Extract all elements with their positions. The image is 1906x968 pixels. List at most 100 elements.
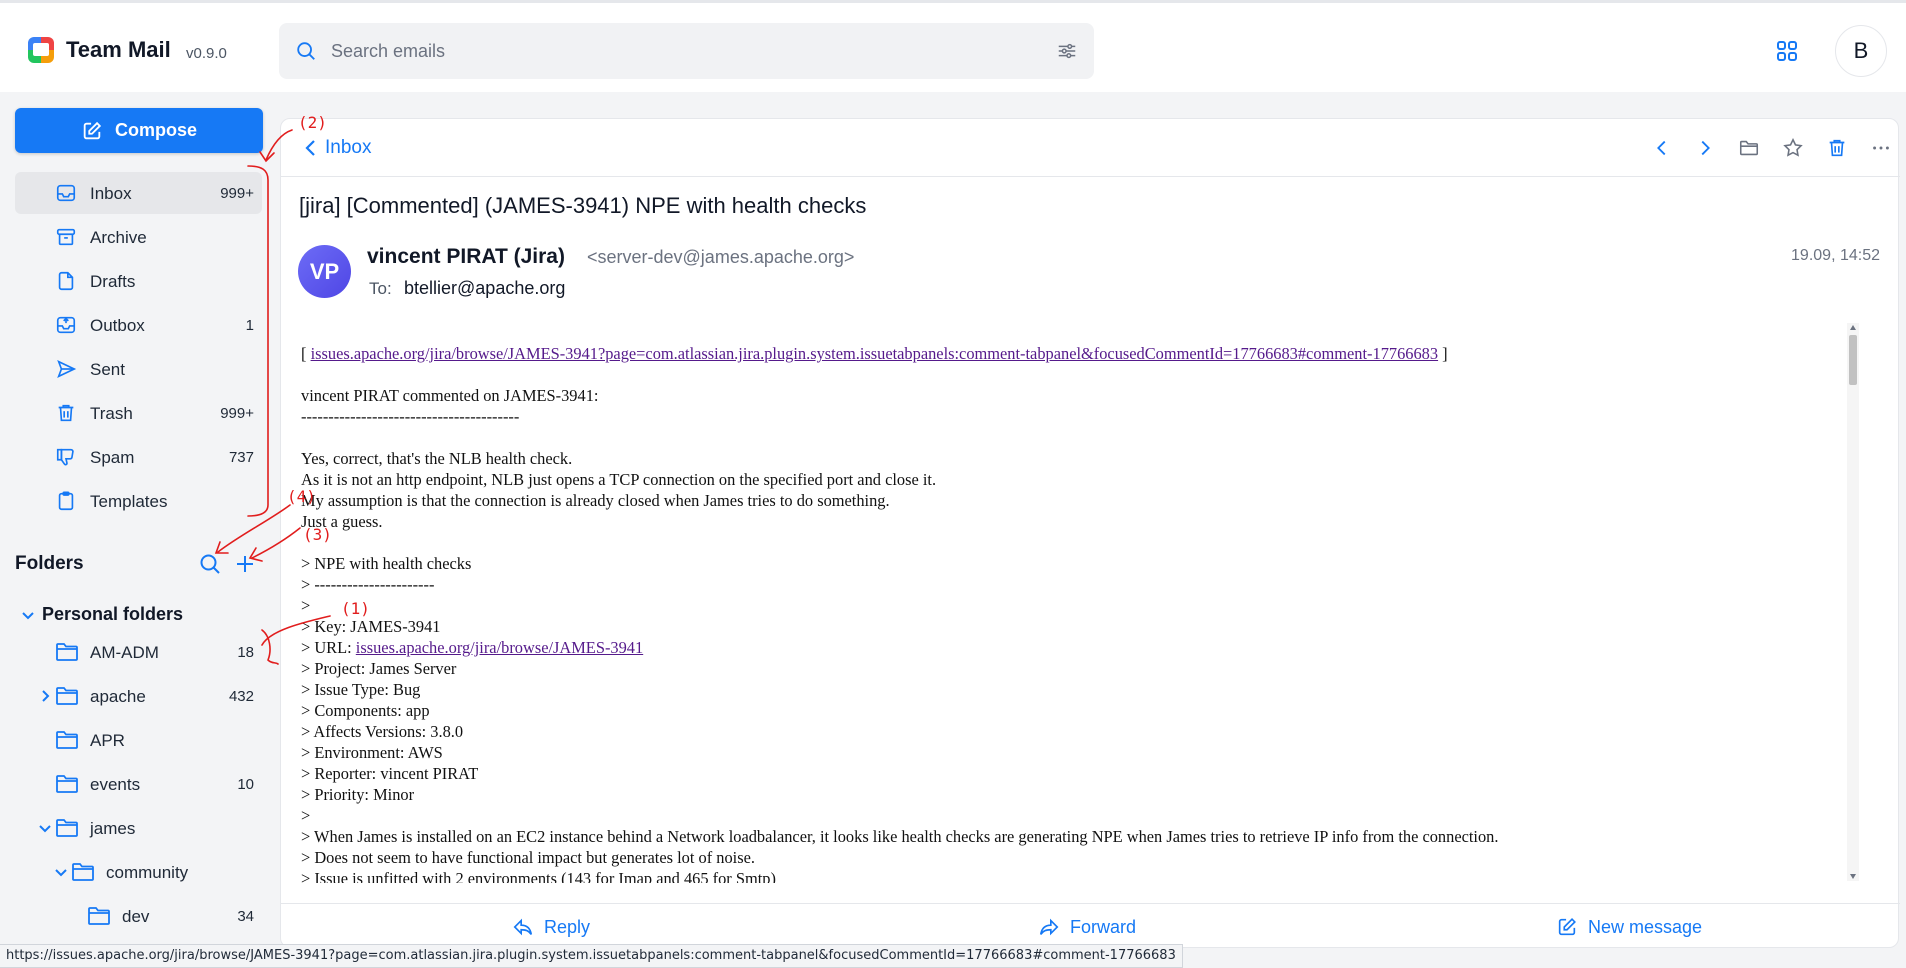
folder-label: james — [90, 819, 136, 838]
body-link-line: [ issues.apache.org/jira/browse/JAMES-39… — [301, 343, 1871, 364]
folder-dev[interactable]: dev 34 — [15, 896, 262, 936]
folder-apr[interactable]: APR — [15, 720, 262, 760]
chevron-down-icon[interactable] — [20, 607, 36, 623]
to-label: To: — [369, 279, 392, 298]
reply-button[interactable]: Reply — [512, 916, 590, 938]
sender-email[interactable]: <server-dev@james.apache.org> — [587, 247, 854, 268]
scroll-up-arrow-icon[interactable] — [1850, 325, 1856, 330]
sender-avatar: VP — [298, 245, 351, 298]
body-line: > ---------------------- — [301, 575, 435, 594]
body-line: > NPE with health checks — [301, 554, 472, 573]
filter-settings-icon[interactable] — [1056, 40, 1078, 62]
add-folder-icon[interactable] — [233, 552, 257, 576]
sidebar-item-trash[interactable]: Trash 999+ — [15, 392, 262, 434]
more-options-icon[interactable] — [1870, 137, 1892, 159]
forward-icon — [1039, 918, 1059, 936]
app-title: Team Mail — [66, 37, 171, 62]
folder-events[interactable]: events 10 — [15, 764, 262, 804]
sidebar-item-spam[interactable]: Spam 737 — [15, 436, 262, 478]
body-line: Just a guess. — [301, 512, 383, 531]
folder-count: 432 — [228, 688, 254, 705]
forward-button[interactable]: Forward — [1038, 916, 1136, 938]
sidebar-item-label: Sent — [90, 360, 125, 379]
delete-icon[interactable] — [1826, 137, 1848, 159]
body-line: vincent PIRAT commented on JAMES-3941: — [301, 386, 599, 405]
sender-name[interactable]: vincent PIRAT (Jira) — [367, 245, 565, 269]
message-scrollbar[interactable] — [1847, 323, 1859, 881]
chevron-right-icon[interactable] — [37, 688, 53, 704]
templates-icon — [58, 491, 74, 511]
sidebar-item-outbox[interactable]: Outbox 1 — [15, 304, 262, 346]
folder-community[interactable]: community — [15, 852, 262, 892]
folder-james[interactable]: james — [15, 808, 262, 848]
sidebar-item-sent[interactable]: Sent — [15, 348, 262, 390]
sidebar-item-drafts[interactable]: Drafts — [15, 260, 262, 302]
sidebar-item-count: 737 — [228, 449, 254, 466]
personal-folders-title[interactable]: Personal folders — [42, 604, 183, 625]
folder-count: 10 — [237, 776, 254, 793]
search-input[interactable] — [331, 37, 1021, 65]
search-icon[interactable] — [295, 40, 317, 62]
jira-issue-link[interactable]: issues.apache.org/jira/browse/JAMES-3941 — [356, 638, 643, 657]
new-message-label: New message — [1588, 916, 1703, 937]
back-to-inbox-link[interactable]: Inbox — [303, 137, 371, 159]
body-line: > URL: issues.apache.org/jira/browse/JAM… — [301, 637, 1871, 658]
sent-icon — [57, 360, 77, 378]
sidebar-item-templates[interactable]: Templates — [15, 480, 262, 522]
next-message-icon[interactable] — [1694, 137, 1716, 159]
body-line: > Components: app — [301, 701, 430, 720]
folder-icon — [56, 775, 78, 793]
folder-icon — [56, 731, 78, 749]
new-message-icon — [1558, 918, 1576, 936]
folder-search-icon[interactable] — [198, 552, 222, 576]
folder-count: 34 — [237, 908, 254, 925]
folders-title: Folders — [15, 553, 84, 574]
jira-comment-link[interactable]: issues.apache.org/jira/browse/JAMES-3941… — [311, 344, 1439, 363]
link-bracket-close: ] — [1438, 344, 1448, 363]
forward-label: Forward — [1070, 916, 1137, 937]
move-to-folder-icon[interactable] — [1738, 137, 1760, 159]
archive-icon — [56, 228, 76, 246]
sidebar-item-label: Templates — [90, 492, 168, 511]
user-avatar[interactable]: B — [1835, 25, 1887, 77]
body-line: > Key: JAMES-3941 — [301, 617, 441, 636]
body-line: Yes, correct, that's the NLB health chec… — [301, 449, 573, 468]
body-line: > Priority: Minor — [301, 785, 415, 804]
scroll-down-arrow-icon[interactable] — [1850, 874, 1856, 879]
sidebar-item-label: Outbox — [90, 316, 145, 335]
message-subject: [jira] [Commented] (JAMES-3941) NPE with… — [299, 193, 867, 218]
compose-button[interactable]: Compose — [15, 108, 263, 153]
compose-label: Compose — [114, 120, 197, 140]
chevron-down-icon[interactable] — [37, 820, 53, 836]
spam-icon — [56, 448, 74, 466]
url-label: > URL: — [301, 638, 356, 657]
sidebar-item-archive[interactable]: Archive — [15, 216, 262, 258]
compose-icon — [83, 121, 102, 139]
previous-message-icon[interactable] — [1651, 137, 1673, 159]
search-bar[interactable] — [279, 23, 1094, 79]
folder-am-adm[interactable]: AM-ADM 18 — [15, 632, 262, 672]
body-line: As it is not an http endpoint, NLB just … — [301, 470, 937, 489]
folder-label: dev — [122, 907, 150, 926]
scrollbar-thumb[interactable] — [1849, 335, 1857, 385]
sidebar-item-inbox[interactable]: Inbox 999+ — [15, 172, 262, 214]
back-label: Inbox — [325, 137, 372, 158]
sidebar-item-label: Trash — [90, 404, 133, 423]
body-line: > Reporter: vincent PIRAT — [301, 764, 479, 783]
body-line: > Affects Versions: 3.8.0 — [301, 722, 464, 741]
folder-icon — [88, 907, 110, 925]
folder-count: 18 — [237, 644, 254, 661]
folder-label: apache — [90, 687, 146, 706]
message-body: [ issues.apache.org/jira/browse/JAMES-39… — [301, 323, 1871, 883]
sidebar-item-label: Inbox — [90, 184, 132, 203]
new-message-button[interactable]: New message — [1556, 916, 1702, 938]
star-icon[interactable] — [1782, 137, 1804, 159]
annotation-bracket-1 — [261, 629, 279, 665]
sidebar-item-label: Spam — [90, 448, 135, 467]
annotation-arrowhead-2 — [259, 151, 275, 163]
folder-apache[interactable]: apache 432 — [15, 676, 262, 716]
chevron-down-icon[interactable] — [53, 864, 69, 880]
apps-grid-icon[interactable] — [1775, 39, 1799, 63]
recipient-address[interactable]: btellier@apache.org — [404, 278, 565, 299]
body-line: > When James is installed on an EC2 inst… — [301, 827, 1499, 846]
